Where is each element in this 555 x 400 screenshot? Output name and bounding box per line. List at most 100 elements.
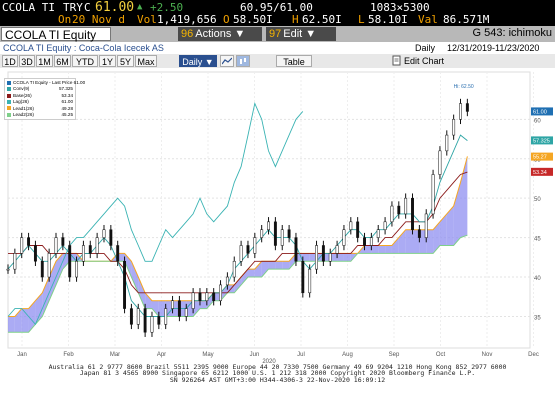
price-candle: [88, 245, 92, 254]
frequency-select[interactable]: Daily ▼: [179, 55, 217, 67]
edit-button[interactable]: 97 Edit ▼: [266, 27, 336, 41]
date-label: On: [58, 13, 72, 26]
actions-label: Actions ▼: [195, 28, 246, 40]
price-candle: [246, 245, 250, 254]
cloud-segment: [247, 269, 255, 278]
price-candle: [411, 197, 414, 230]
period-3d[interactable]: 3D: [19, 55, 35, 67]
x-tick-label: Oct: [436, 352, 446, 358]
traded-value: 86.571M: [443, 13, 490, 26]
price-candle: [431, 174, 435, 215]
period-5y[interactable]: 5Y: [117, 55, 134, 67]
price-candle: [383, 221, 387, 230]
open-price: 58.50I: [233, 13, 273, 26]
period-1d[interactable]: 1D: [2, 55, 18, 67]
price-candle: [184, 308, 188, 317]
price-candle: [294, 237, 298, 262]
price-candle: [465, 103, 469, 112]
legend-title: CCOLA TI Equity - Last Price 61.00: [13, 80, 86, 85]
table-button[interactable]: Table: [276, 55, 312, 67]
volume-label: Vol: [137, 13, 157, 26]
price-candle: [68, 245, 72, 278]
ichimoku-chart: 354045505560Jan Feb Mar Apr May Jun Jul Aug Sep O…: [6, 71, 553, 364]
price-candle: [219, 284, 222, 301]
price-candle: [301, 261, 305, 294]
hi-label: Hi: 62.50: [454, 84, 474, 90]
period-1y[interactable]: 1Y: [99, 55, 116, 67]
x-tick-label: Feb: [63, 352, 74, 358]
function-code: G 543: ichimoku: [472, 27, 552, 39]
price-candle: [109, 229, 113, 246]
period-max[interactable]: Max: [135, 55, 157, 67]
price-candle: [424, 213, 428, 238]
up-arrow-icon: ▲: [137, 2, 143, 12]
price-candle: [335, 245, 339, 254]
legend-swatch: [7, 112, 11, 117]
low-label: L: [358, 13, 365, 26]
price-candle: [267, 221, 270, 230]
legend-row-lead2: Lead2(26) 45.25: [7, 112, 73, 118]
chart-legend: CCOLA TI Equity - Last Price 61.00 Conv(…: [4, 78, 85, 121]
price-candle: [397, 205, 401, 215]
price-candle: [452, 119, 456, 136]
legend-swatch: [7, 106, 11, 111]
price-candle: [27, 237, 31, 246]
legend-name: Base(26): [13, 92, 32, 98]
price-candle: [225, 276, 229, 286]
candle-chart-icon[interactable]: [236, 55, 250, 67]
cloud-segment: [275, 261, 283, 270]
chart-frequency: Daily: [415, 43, 436, 53]
legend-name: Conv(9): [13, 86, 30, 92]
y-tick-label: 35: [534, 315, 541, 321]
security-input[interactable]: CCOLA TI Equity: [1, 27, 111, 42]
legend-value: 45.25: [61, 112, 74, 118]
cloud-segment: [8, 316, 15, 333]
quote-bar: CCOLA TI TRY C 61.00 ▲ +2.50 60.95/61.00…: [0, 0, 555, 26]
legend-swatch: [7, 87, 11, 92]
price-candle: [20, 237, 24, 254]
price-candle: [136, 308, 140, 325]
price-candle: [260, 229, 264, 238]
x-tick-label: May: [202, 352, 213, 358]
price-candle: [191, 292, 195, 309]
price-candle: [177, 300, 181, 317]
price-candle: [150, 316, 154, 333]
period-ytd[interactable]: YTD: [72, 55, 98, 67]
price-candle: [404, 197, 408, 215]
price-candle: [164, 308, 168, 325]
price-candle: [315, 245, 318, 270]
x-tick-label: Jul: [297, 352, 305, 358]
ticker: CCOLA TI: [2, 1, 55, 14]
price-candle: [61, 237, 65, 246]
x-tick-label: Nov: [482, 352, 493, 358]
edit-chart-icon[interactable]: [392, 55, 402, 69]
price-candle: [143, 308, 147, 333]
price-candle: [363, 237, 366, 246]
period-1m[interactable]: 1M: [36, 55, 53, 67]
actions-button[interactable]: 96 Actions ▼: [178, 27, 262, 41]
actions-number: 96: [181, 28, 194, 40]
edit-chart-button[interactable]: Edit Chart: [404, 54, 444, 68]
price-candle: [205, 292, 209, 301]
cloud-segment: [378, 245, 386, 254]
x-tick-label: Jan: [17, 352, 27, 358]
x-tick-label: Mar: [110, 352, 120, 358]
line-chart-icon[interactable]: [220, 55, 234, 67]
price-candle: [40, 261, 44, 278]
price-candle: [349, 221, 353, 230]
x-tick-label: Aug: [342, 352, 353, 358]
cloud-segment: [385, 245, 392, 254]
date-range: 12/31/2019-11/23/2020: [447, 43, 540, 53]
price-candle: [308, 268, 312, 294]
price-candle: [232, 261, 236, 278]
price-badge-label: 53.34: [533, 170, 547, 176]
high-label: H: [292, 13, 299, 26]
edit-label: Edit ▼: [283, 28, 317, 40]
price-candle: [47, 253, 51, 278]
cloud-segment: [364, 245, 372, 254]
legend-swatch: [7, 100, 11, 104]
price-candle: [116, 245, 120, 262]
period-6m[interactable]: 6M: [54, 55, 71, 67]
price-badge-label: 55.27: [533, 155, 547, 161]
high-price: 62.50I: [302, 13, 342, 26]
